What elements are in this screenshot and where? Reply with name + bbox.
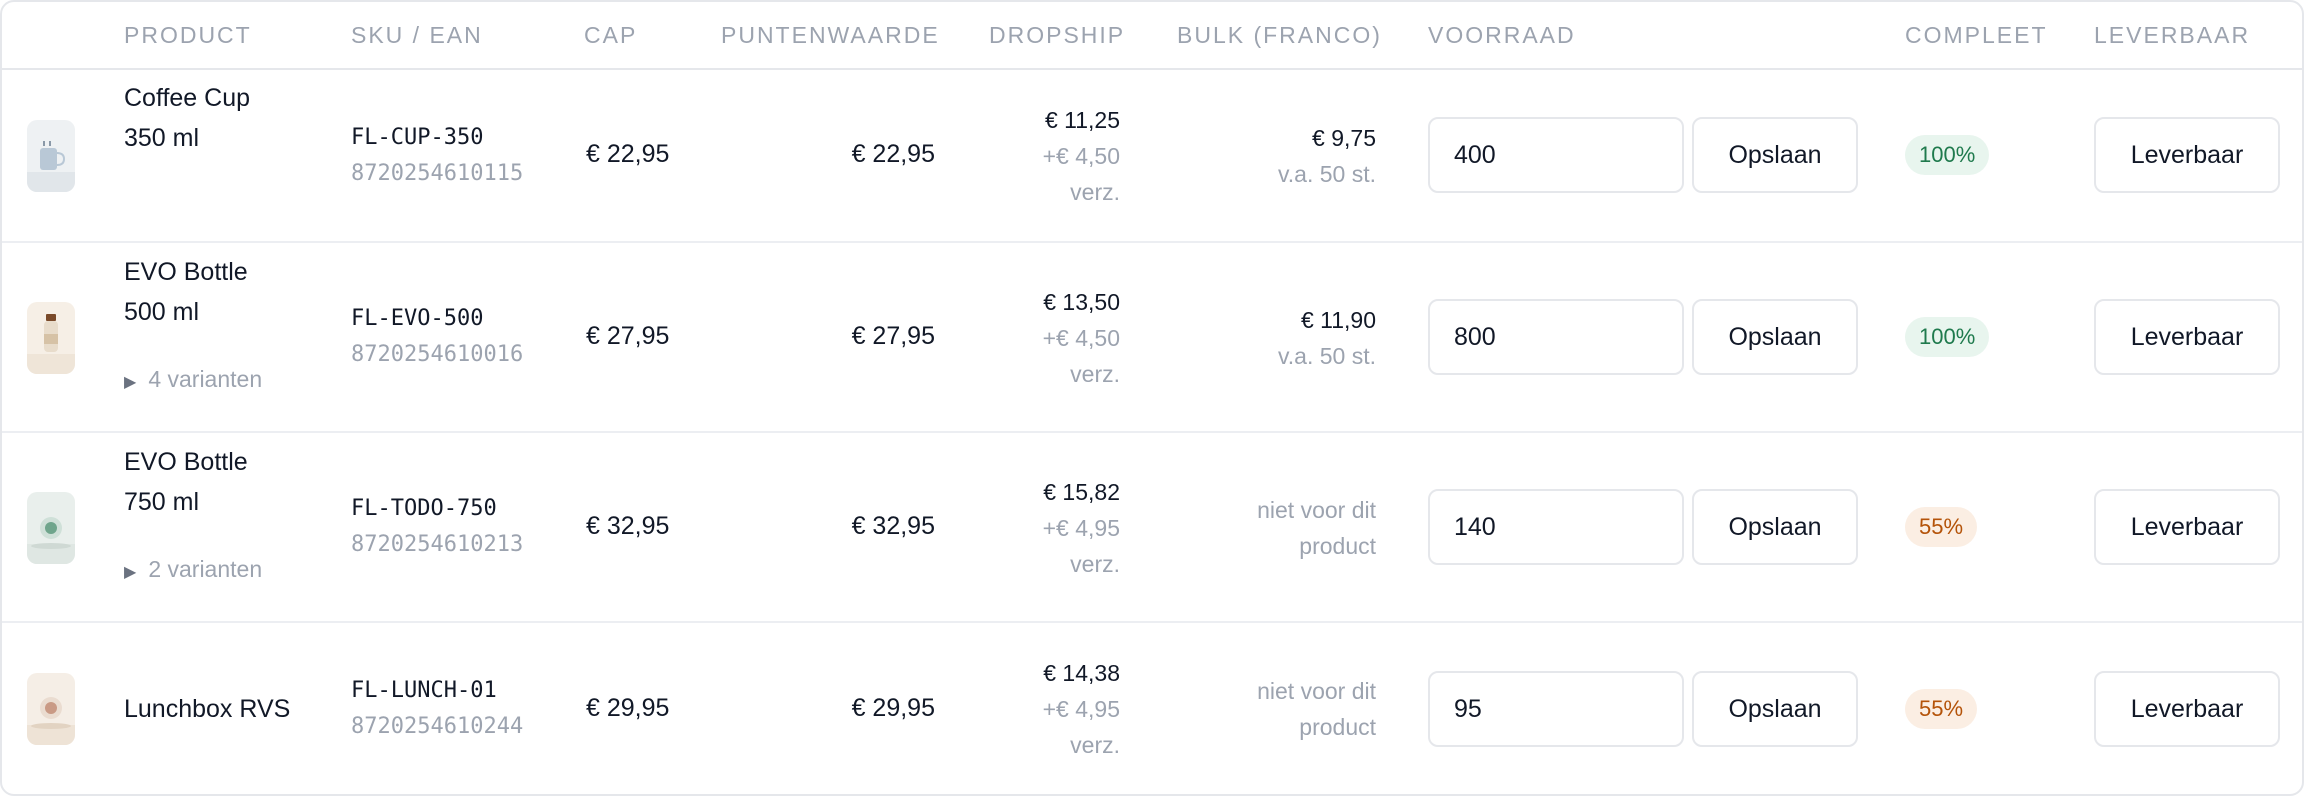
bulk-not-available-line-1: niet voor dit — [1257, 497, 1376, 523]
product-name-line-1: EVO Bottle — [124, 448, 248, 476]
cap-price: € 29,95 — [586, 694, 670, 722]
column-header-cap: CAP — [584, 22, 638, 48]
dropship-base-price: € 13,50 — [1043, 289, 1120, 315]
cap-price: € 22,95 — [586, 140, 670, 168]
stock-input[interactable] — [1428, 117, 1684, 193]
variants-label: 2 varianten — [148, 556, 263, 582]
available-button[interactable]: Leverbaar — [2094, 117, 2280, 193]
save-button[interactable]: Opslaan — [1692, 117, 1858, 193]
column-header-dropship: DROPSHIP — [989, 22, 1126, 48]
bulk-not-available-line-2: product — [1299, 714, 1376, 740]
table-row: EVO Bottle 750 ml ▶ 2 varianten FL-TODO-7… — [2, 433, 2302, 623]
product-name: EVO Bottle 750 ml — [124, 442, 248, 522]
sku-block: FL-CUP-350 8720254610115 — [351, 120, 523, 192]
cap-price: € 32,95 — [586, 512, 670, 540]
coffee-cup-icon — [27, 120, 75, 192]
available-button[interactable]: Leverbaar — [2094, 299, 2280, 375]
sku-code: FL-TODO-750 — [351, 496, 497, 521]
bulk-price: niet voor dit product — [1206, 492, 1376, 564]
stock-input[interactable] — [1428, 299, 1684, 375]
completeness-badge: 55% — [1905, 507, 1978, 547]
available-button[interactable]: Leverbaar — [2094, 671, 2280, 747]
points-value: € 22,95 — [851, 140, 935, 168]
dropship-base-price: € 15,82 — [1043, 479, 1120, 505]
variants-toggle[interactable]: ▶ 2 varianten — [124, 554, 262, 588]
dropship-price: € 11,25 +€ 4,50 verz. — [980, 102, 1120, 210]
dropship-shipping-cost: +€ 4,50 — [1042, 143, 1120, 169]
ean-code: 8720254610016 — [351, 342, 524, 367]
sku-code: FL-CUP-350 — [351, 125, 484, 150]
dropship-base-price: € 14,38 — [1043, 660, 1120, 686]
dropship-shipping-label: verz. — [1070, 551, 1120, 577]
product-name-line-1: Coffee Cup — [124, 84, 251, 112]
bulk-price: niet voor dit product — [1206, 673, 1376, 745]
product-name-line-2: 500 ml — [124, 298, 200, 326]
dropship-price: € 13,50 +€ 4,50 verz. — [980, 284, 1120, 392]
column-header-complete: COMPLEET — [1905, 22, 2048, 48]
sku-code: FL-EVO-500 — [351, 306, 484, 331]
sku-code: FL-LUNCH-01 — [351, 678, 497, 703]
bulk-price: € 9,75 v.a. 50 st. — [1206, 120, 1376, 192]
product-name: EVO Bottle 500 ml — [124, 252, 248, 332]
points-value: € 27,95 — [851, 322, 935, 350]
completeness-badge: 100% — [1905, 317, 1990, 357]
sku-block: FL-TODO-750 8720254610213 — [351, 491, 523, 563]
save-button[interactable]: Opslaan — [1692, 299, 1858, 375]
ean-code: 8720254610244 — [351, 714, 524, 739]
stock-input[interactable] — [1428, 489, 1684, 565]
product-name-line-2: 350 ml — [124, 124, 200, 152]
available-button[interactable]: Leverbaar — [2094, 489, 2280, 565]
dropship-shipping-label: verz. — [1070, 361, 1120, 387]
dropship-base-price: € 11,25 — [1044, 107, 1120, 133]
variants-label: 4 varianten — [148, 366, 263, 392]
dropship-shipping-cost: +€ 4,95 — [1042, 696, 1120, 722]
completeness-badge: 55% — [1905, 689, 1978, 729]
caret-right-icon: ▶ — [124, 374, 137, 391]
column-header-available: LEVERBAAR — [2094, 22, 2251, 48]
product-name: Coffee Cup 350 ml — [124, 78, 250, 158]
product-name-line-1: Lunchbox RVS — [124, 695, 291, 723]
variants-toggle[interactable]: ▶ 4 varianten — [124, 364, 262, 398]
table-row: EVO Bottle 500 ml ▶ 4 varianten FL-EVO-50… — [2, 243, 2302, 433]
product-table: PRODUCT SKU / EAN CAP PUNTENWAARDE DROPS… — [0, 0, 2304, 796]
cap-price: € 27,95 — [586, 322, 670, 350]
column-header-bulk: BULK (FRANCO) — [1177, 22, 1382, 48]
bulk-price-line: € 9,75 — [1312, 125, 1376, 151]
product-name: Lunchbox RVS — [124, 689, 290, 729]
bulk-price: € 11,90 v.a. 50 st. — [1206, 302, 1376, 374]
table-row: Coffee Cup 350 ml FL-CUP-350 87202546101… — [2, 70, 2302, 243]
points-value: € 29,95 — [851, 694, 935, 722]
save-button[interactable]: Opslaan — [1692, 671, 1858, 747]
bulk-not-available-line-1: niet voor dit — [1257, 678, 1376, 704]
bulk-min-quantity: v.a. 50 st. — [1277, 343, 1376, 369]
dropship-shipping-label: verz. — [1070, 732, 1120, 758]
dropship-price: € 14,38 +€ 4,95 verz. — [980, 655, 1120, 763]
column-header-sku: SKU / EAN — [351, 22, 483, 48]
bottle-icon — [27, 302, 75, 374]
sku-block: FL-EVO-500 8720254610016 — [351, 301, 523, 373]
caret-right-icon: ▶ — [124, 564, 137, 581]
column-header-points: PUNTENWAARDE — [721, 22, 940, 48]
bulk-not-available-line-2: product — [1299, 533, 1376, 559]
bottle-top-view-icon — [27, 492, 75, 564]
bulk-price-line: € 11,90 — [1300, 307, 1376, 333]
dropship-shipping-cost: +€ 4,95 — [1042, 515, 1120, 541]
product-name-line-2: 750 ml — [124, 488, 200, 516]
ean-code: 8720254610213 — [351, 532, 524, 557]
product-name-line-1: EVO Bottle — [124, 258, 248, 286]
completeness-badge: 100% — [1905, 135, 1990, 175]
points-value: € 32,95 — [851, 512, 935, 540]
lunchbox-icon — [27, 673, 75, 745]
save-button[interactable]: Opslaan — [1692, 489, 1858, 565]
dropship-shipping-cost: +€ 4,50 — [1042, 325, 1120, 351]
stock-input[interactable] — [1428, 671, 1684, 747]
ean-code: 8720254610115 — [351, 161, 524, 186]
dropship-shipping-label: verz. — [1070, 179, 1120, 205]
column-header-stock: VOORRAAD — [1428, 22, 1576, 48]
dropship-price: € 15,82 +€ 4,95 verz. — [980, 474, 1120, 582]
table-row: Lunchbox RVS FL-LUNCH-01 8720254610244 €… — [2, 623, 2302, 794]
bulk-min-quantity: v.a. 50 st. — [1277, 161, 1376, 187]
sku-block: FL-LUNCH-01 8720254610244 — [351, 673, 523, 745]
column-header-product: PRODUCT — [124, 22, 252, 48]
